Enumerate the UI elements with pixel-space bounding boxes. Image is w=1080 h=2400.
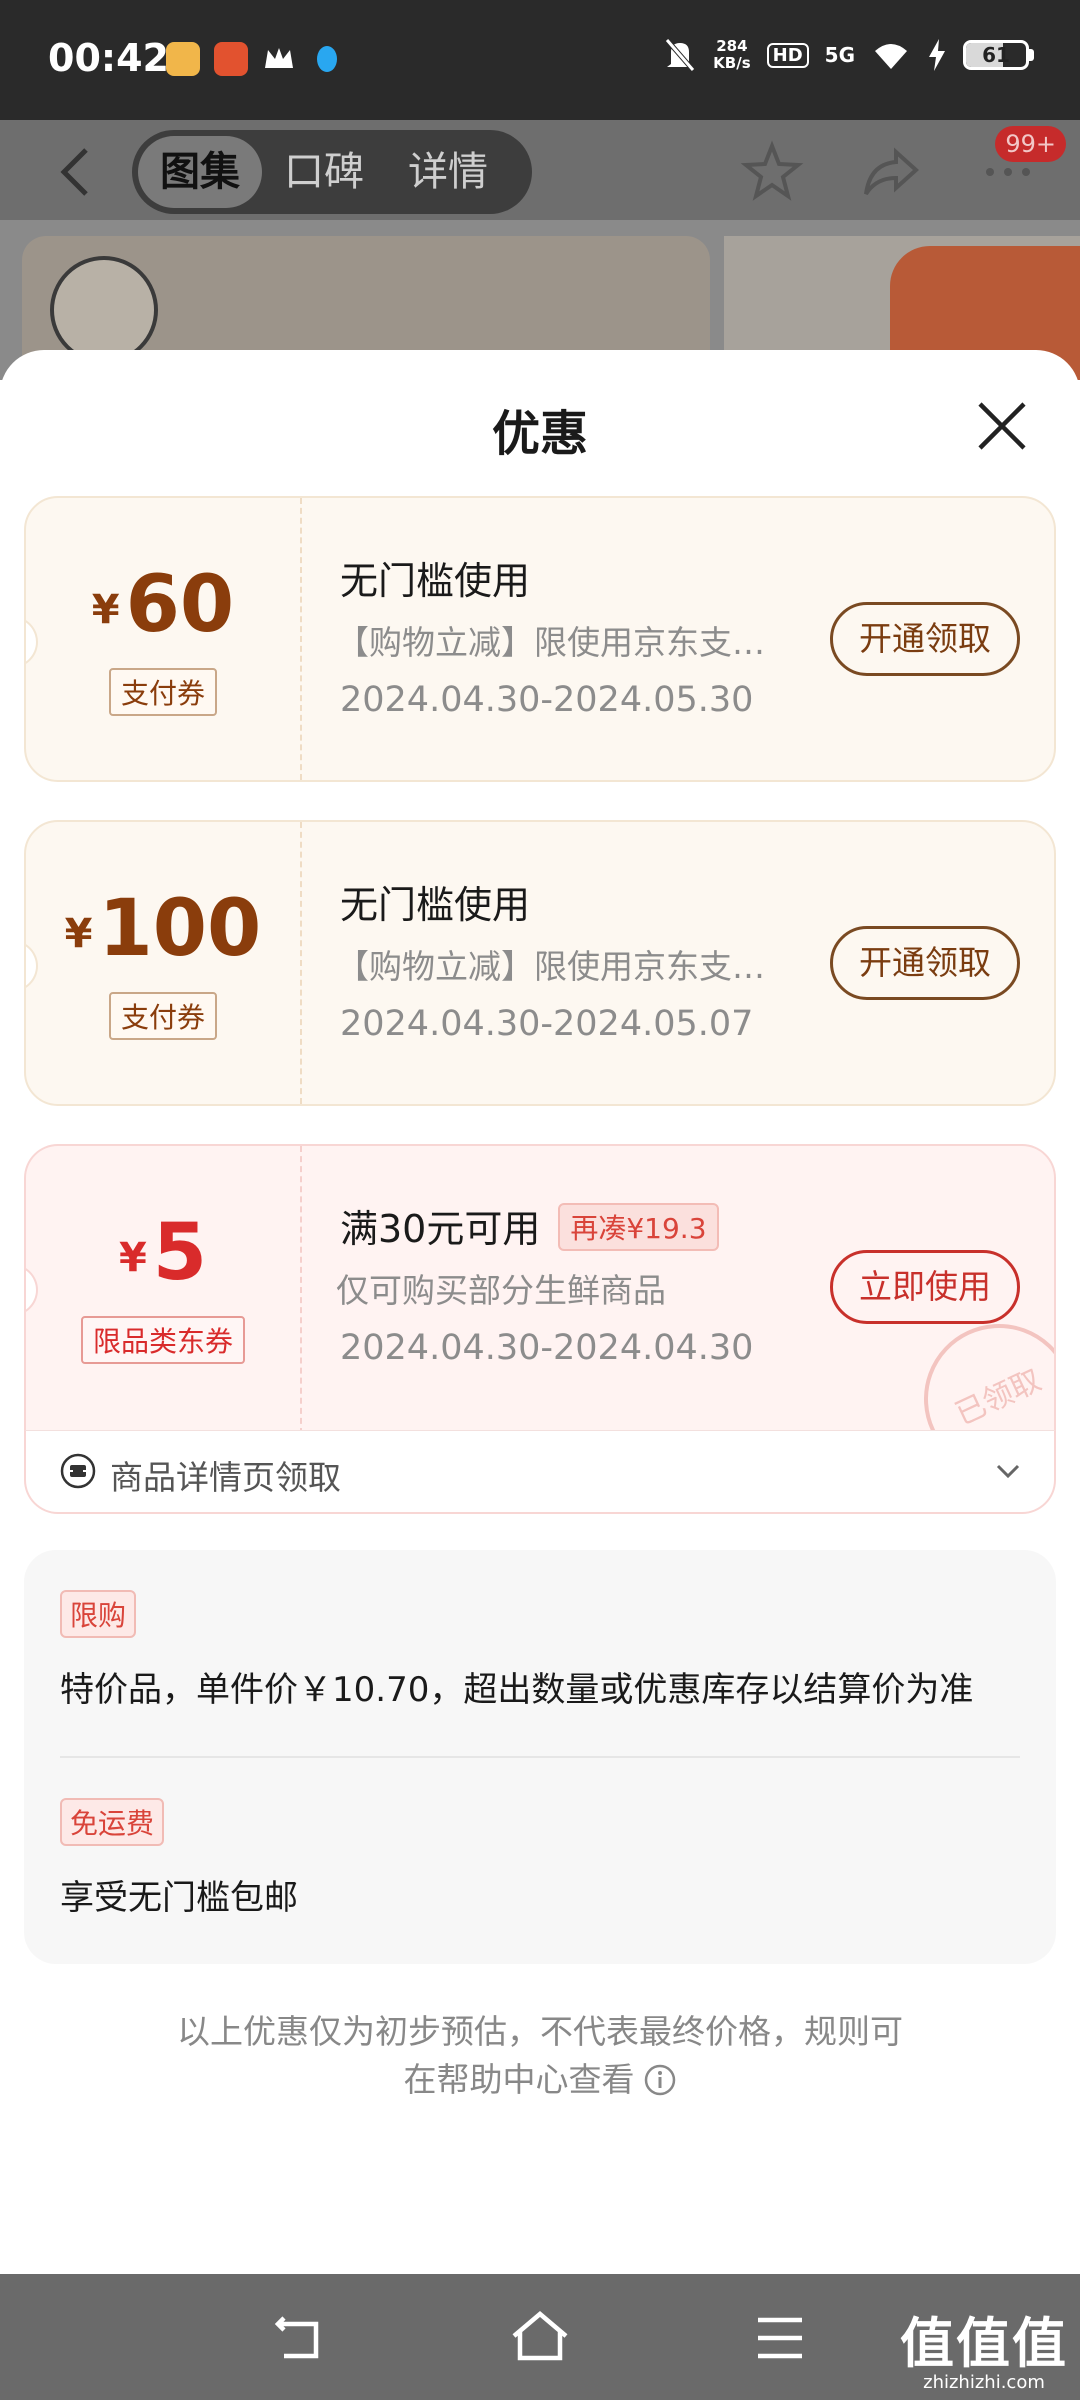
disclaimer-line-1: 以上优惠仅为初步预估，不代表最终价格，规则可 <box>177 2012 903 2051</box>
mute-bell-icon <box>665 38 696 72</box>
coupon-desc: 【购物立减】限使用京东支付… <box>336 623 776 662</box>
system-home-icon[interactable] <box>510 2310 570 2366</box>
tab-reviews[interactable]: 口碑 <box>262 136 386 208</box>
message-badge: 99+ <box>995 126 1066 162</box>
disclaimer-line-2: 在帮助中心查看 <box>100 2056 980 2104</box>
coupon-source-row[interactable]: 商品详情页领取 <box>24 1430 1056 1514</box>
shop-app-icon <box>214 42 248 76</box>
site-watermark: 值值值 zhizhizhi.com <box>900 2316 1068 2394</box>
coupon-date: 2024.04.30-2024.05.07 <box>340 1004 754 1044</box>
coupon-type-tag: 支付券 <box>108 668 217 716</box>
top-up-hint-tag: 再凑¥19.3 <box>558 1203 719 1251</box>
coupon-amount: ¥60 <box>26 560 300 650</box>
product-nav-bar: 图集 口碑 详情 99+ <box>0 120 1080 220</box>
free-shipping-text: 享受无门槛包邮 <box>60 1878 298 1918</box>
coupon-amount-value: 100 <box>98 884 262 974</box>
coupon-card: ¥100 支付券 无门槛使用 【购物立减】限使用京东支付… 2024.04.30… <box>24 820 1056 1106</box>
status-bar: 00:42 284 KB/s HD 5G 61 <box>0 0 1080 120</box>
coupon-amount: ¥5 <box>26 1208 300 1298</box>
coupon-title: 满30元可用 再凑¥19.3 <box>340 1198 719 1253</box>
coupon-value-section: ¥100 支付券 <box>26 822 302 1104</box>
battery-indicator: 61 <box>963 40 1034 70</box>
coupon-amount-value: 5 <box>152 1208 208 1298</box>
currency-symbol: ¥ <box>64 911 93 957</box>
wifi-icon <box>875 44 907 69</box>
qq-penguin-icon <box>310 42 344 76</box>
watermark-sub: zhizhizhi.com <box>923 2372 1045 2393</box>
activate-claim-button[interactable]: 开通领取 <box>830 602 1020 676</box>
share-icon[interactable] <box>858 140 922 204</box>
currency-symbol: ¥ <box>118 1235 147 1281</box>
system-menu-icon[interactable] <box>750 2310 810 2366</box>
watermark-main: 值值值 <box>900 2312 1068 2375</box>
disclaimer-line-2-text: 在帮助中心查看 <box>403 2060 635 2099</box>
coupon-title: 无门槛使用 <box>340 559 531 603</box>
coupon-date: 2024.04.30-2024.05.30 <box>340 680 754 720</box>
coupon-amount-value: 60 <box>125 560 235 650</box>
net-speed: 284 KB/s <box>713 38 750 72</box>
divider <box>60 1756 1020 1758</box>
coupon-value-section: ¥60 支付券 <box>26 498 302 780</box>
coupon-card: ¥5 限品类东券 满30元可用 再凑¥19.3 仅可购买部分生鲜商品 2024.0… <box>24 1144 1056 1434</box>
background-product-page: 00:42 284 KB/s HD 5G 61 图集 口碑 详情 99+ <box>0 0 1080 380</box>
purchase-limit-text: 特价品，单件价￥10.70，超出数量或优惠库存以结算价为准 <box>60 1670 974 1710</box>
ticket-icon <box>60 1453 96 1489</box>
coupon-amount: ¥100 <box>26 884 300 974</box>
battery-level: 61 <box>982 43 1010 67</box>
close-icon[interactable] <box>972 396 1032 456</box>
coupon-type-tag: 限品类东券 <box>80 1316 245 1364</box>
disclaimer: 以上优惠仅为初步预估，不代表最终价格，规则可 在帮助中心查看 <box>100 2008 980 2104</box>
status-app-icons <box>166 42 344 76</box>
status-right-group: 284 KB/s HD 5G 61 <box>663 36 1034 74</box>
purchase-limit-tag: 限购 <box>60 1590 137 1638</box>
chat-app-icon <box>166 42 200 76</box>
coupon-source-text: 商品详情页领取 <box>110 1458 341 1497</box>
coupon-desc: 仅可购买部分生鲜商品 <box>336 1271 666 1310</box>
discount-sheet: 优惠 ¥60 支付券 无门槛使用 【购物立减】限使用京东支付… 2024.04.… <box>0 350 1080 2274</box>
coupon-desc: 【购物立减】限使用京东支付… <box>336 947 776 986</box>
info-icon[interactable] <box>643 2063 677 2097</box>
status-time: 00:42 <box>48 36 169 80</box>
crown-app-icon <box>262 42 296 76</box>
system-back-icon[interactable] <box>270 2310 330 2366</box>
coupon-title: 无门槛使用 <box>340 883 531 927</box>
sheet-title: 优惠 <box>491 406 588 462</box>
coupon-type-tag: 支付券 <box>108 992 217 1040</box>
tab-details[interactable]: 详情 <box>386 136 510 208</box>
net-speed-unit: KB/s <box>713 54 751 72</box>
promo-info-card: 限购 特价品，单件价￥10.70，超出数量或优惠库存以结算价为准 免运费 享受无… <box>24 1550 1056 1964</box>
star-icon[interactable] <box>740 140 804 204</box>
charging-bolt-icon <box>929 39 945 71</box>
coupon-value-section: ¥5 限品类东券 <box>26 1146 302 1434</box>
network-type: 5G <box>824 43 855 67</box>
coupon-date: 2024.04.30-2024.04.30 <box>340 1328 754 1368</box>
back-icon[interactable] <box>52 144 100 200</box>
tab-gallery[interactable]: 图集 <box>138 136 262 208</box>
chevron-down-icon[interactable] <box>992 1455 1024 1487</box>
coupon-card: ¥60 支付券 无门槛使用 【购物立减】限使用京东支付… 2024.04.30-… <box>24 496 1056 782</box>
currency-symbol: ¥ <box>91 587 120 633</box>
hd-badge: HD <box>766 42 809 68</box>
brand-logo <box>50 256 158 364</box>
free-shipping-tag: 免运费 <box>60 1798 165 1846</box>
coupon-title-text: 满30元可用 <box>340 1207 541 1251</box>
tab-group: 图集 口碑 详情 <box>132 130 532 214</box>
use-now-button[interactable]: 立即使用 <box>830 1250 1020 1324</box>
net-speed-value: 284 <box>716 37 748 55</box>
activate-claim-button[interactable]: 开通领取 <box>830 926 1020 1000</box>
